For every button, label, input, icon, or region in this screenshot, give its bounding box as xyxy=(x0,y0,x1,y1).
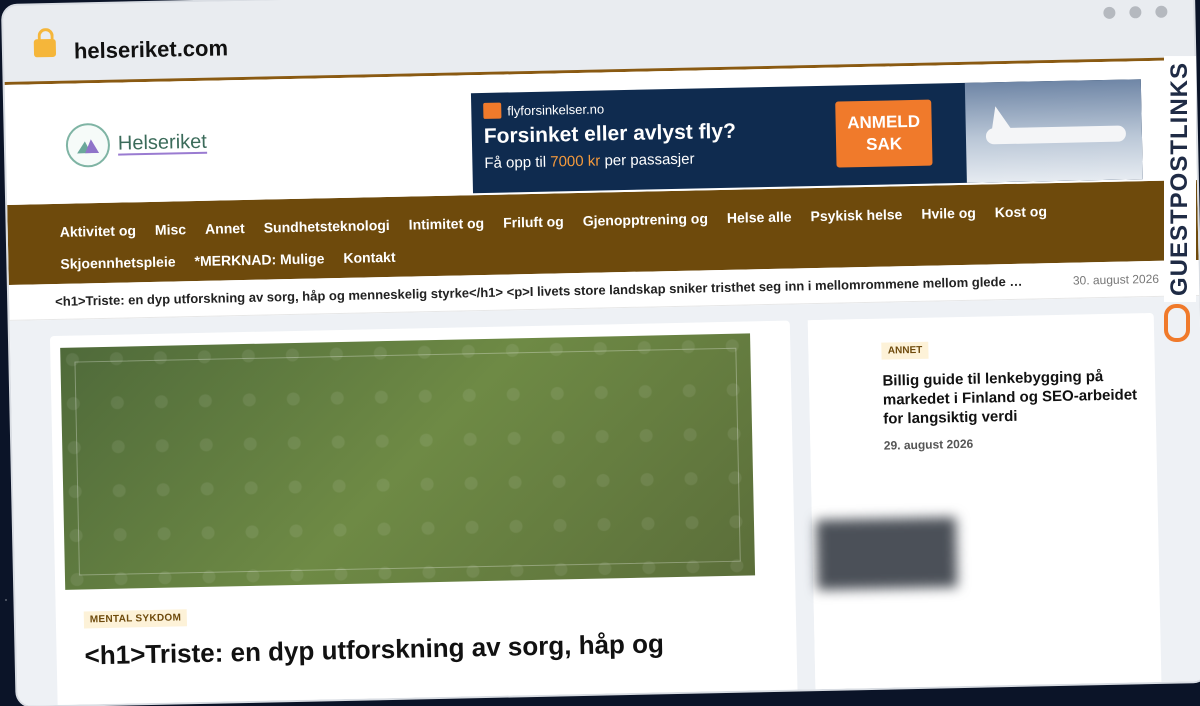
ad-logo-icon xyxy=(483,102,502,119)
nav-item[interactable]: *MERKNAD: Mulige xyxy=(194,242,325,277)
nav-item[interactable]: Kost og xyxy=(994,195,1047,228)
content-area: MENTAL SYKDOM <h1>Triste: en dyp utforsk… xyxy=(9,296,1200,706)
window-dot-icon[interactable] xyxy=(1129,6,1142,19)
nav-item[interactable]: Annet xyxy=(205,212,245,245)
nav-item[interactable]: Psykisk helse xyxy=(810,198,903,232)
browser-window: helseriket.com Helseriket flyforsinkelse… xyxy=(3,0,1200,706)
sidebar-article[interactable]: ANNET Billig guide til lenkebygging på m… xyxy=(807,312,1163,706)
link-icon xyxy=(1164,304,1190,342)
sidebar-article-title[interactable]: Billig guide til lenkebygging på markede… xyxy=(882,366,1142,428)
nav-item[interactable]: Aktivitet og xyxy=(59,214,137,248)
article-title[interactable]: <h1>Triste: en dyp utforskning av sorg, … xyxy=(84,626,768,671)
nav-item[interactable]: Friluft og xyxy=(503,205,564,238)
ad-brand: flyforsinkelser.no xyxy=(507,100,605,118)
ad-title: Forsinket eller avlyst fly? xyxy=(483,119,737,148)
sidebar-category-badge[interactable]: ANNET xyxy=(881,341,929,360)
airplane-photo xyxy=(964,79,1143,183)
watermark: GUESTPOSTLINKS xyxy=(1160,56,1196,356)
ad-sub-prefix: Få opp til xyxy=(484,153,547,172)
lock-icon xyxy=(33,38,57,58)
ad-cta-button[interactable]: ANMELD SAK xyxy=(835,99,933,168)
nav-item[interactable]: Sundhetsteknologi xyxy=(263,209,390,244)
category-badge[interactable]: MENTAL SYKDOM xyxy=(83,609,188,629)
airplane-icon xyxy=(985,125,1127,145)
window-dot-icon[interactable] xyxy=(1155,5,1168,18)
ad-sub-suffix: per passasjer xyxy=(604,150,695,170)
featured-article[interactable]: MENTAL SYKDOM <h1>Triste: en dyp utforsk… xyxy=(49,320,799,706)
site-header: Helseriket flyforsinkelser.no Forsinket … xyxy=(4,60,1197,205)
ad-subtitle: Få opp til 7000 kr per passasjer xyxy=(484,148,824,172)
ticker-date: 30. august 2026 xyxy=(1072,271,1160,288)
watermark-text: GUESTPOSTLINKS xyxy=(1164,56,1196,303)
site-logo[interactable]: Helseriket xyxy=(65,121,208,168)
logo-text: Helseriket xyxy=(117,130,208,156)
nav-item[interactable]: Kontakt xyxy=(343,241,396,274)
nav-item[interactable]: Hvile og xyxy=(921,197,976,230)
address-bar[interactable]: helseriket.com xyxy=(74,35,229,64)
web-page: Helseriket flyforsinkelser.no Forsinket … xyxy=(4,60,1200,706)
nav-item[interactable]: Skjoennhetspleie xyxy=(60,245,176,279)
window-controls xyxy=(1103,5,1168,19)
sidebar-article-date: 29. august 2026 xyxy=(883,436,974,453)
sidebar-thumbnail[interactable] xyxy=(807,318,958,706)
nav-item[interactable]: Intimitet og xyxy=(408,207,485,241)
nav-item[interactable]: Helse alle xyxy=(727,201,792,234)
nav-item[interactable]: Gjenopptrening og xyxy=(582,202,709,237)
featured-image[interactable] xyxy=(60,333,756,590)
nav-item[interactable]: Misc xyxy=(155,213,187,246)
ad-amount: 7000 kr xyxy=(550,152,601,171)
mountain-icon xyxy=(65,122,111,168)
ad-banner[interactable]: flyforsinkelser.no Forsinket eller avlys… xyxy=(470,79,1143,194)
window-dot-icon[interactable] xyxy=(1103,6,1116,19)
